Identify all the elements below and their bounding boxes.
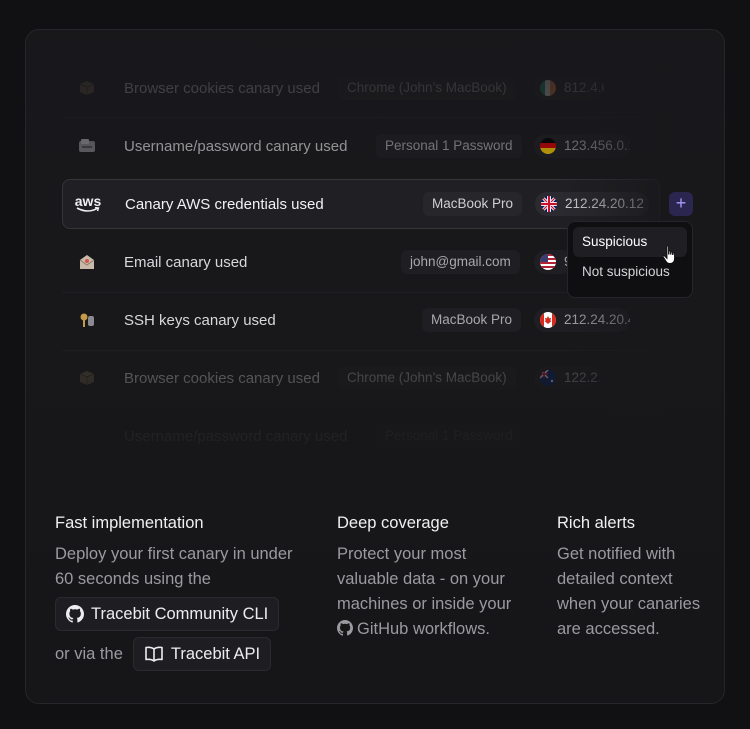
ip-badge: 123.456.0.1 (534, 134, 630, 158)
feature-deep: Deep coverage Protect your most valuable… (337, 514, 537, 642)
feature-rich: Rich alerts Get notified with detailed c… (557, 514, 707, 642)
device-badge: Chrome (John’s MacBook) (338, 76, 516, 100)
hand-cursor-icon (662, 245, 675, 264)
cookie-box-icon (74, 367, 100, 389)
ip-badge: 812.4.0.1 (534, 76, 604, 100)
device-badge: Personal 1 Password (376, 424, 522, 448)
github-icon (337, 620, 353, 636)
ip-badge: 212.24.20.12 (535, 192, 649, 216)
uk-flag-icon (541, 196, 557, 212)
ireland-flag-icon (540, 80, 556, 96)
id-card-icon (74, 135, 100, 157)
feature-title: Deep coverage (337, 514, 449, 532)
event-title: SSH keys canary used (124, 311, 276, 329)
envelope-icon (74, 251, 100, 273)
ip-badge: 122.2.1.1 (534, 366, 600, 390)
ip-address: 212.24.20.4 (564, 312, 630, 327)
feature-description: Deploy your first canary in under 60 sec… (55, 545, 293, 588)
event-row[interactable]: Username/password canary used Personal 1… (62, 122, 660, 170)
row-divider (62, 117, 660, 118)
row-divider (62, 350, 660, 351)
event-title: Username/password canary used (124, 427, 348, 445)
api-link[interactable]: Tracebit API (132, 637, 272, 671)
ip-address: 212.24.20.12 (565, 196, 644, 211)
book-icon (145, 646, 163, 662)
device-badge: Chrome (John’s MacBook) (338, 366, 516, 390)
feature-title: Fast implementation (55, 514, 204, 532)
device-badge: MacBook Pro (422, 308, 522, 332)
event-title: Canary AWS credentials used (125, 195, 324, 213)
aws-logo: aws (74, 193, 102, 212)
us-flag-icon (540, 254, 556, 270)
australia-flag-icon (540, 370, 556, 386)
event-row[interactable]: SSH keys canary used MacBook Pro 212.24.… (62, 296, 660, 344)
event-title: Browser cookies canary used (124, 79, 320, 97)
cookie-box-icon (74, 77, 100, 99)
feature-description: Protect your most valuable data - on you… (337, 545, 512, 638)
add-button[interactable]: + (669, 192, 693, 216)
event-title: Email canary used (124, 253, 248, 271)
device-badge: MacBook Pro (423, 192, 523, 216)
ip-address: 812.4.0.1 (564, 80, 604, 95)
feature-title: Rich alerts (557, 514, 635, 532)
event-row[interactable]: Browser cookies canary used Chrome (John… (62, 64, 660, 112)
feature-fast: Fast implementation Deploy your first ca… (55, 514, 325, 672)
feature-description: Get notified with detailed context when … (557, 545, 701, 638)
canada-flag-icon (540, 312, 556, 328)
event-title: Username/password canary used (124, 137, 348, 155)
ip-address: 122.2.1.1 (564, 370, 600, 385)
ip-badge: 212.24.20.4 (534, 308, 630, 332)
device-badge: john@gmail.com (401, 250, 520, 274)
event-row[interactable]: Username/password canary used Personal 1… (62, 412, 660, 460)
or-via-text: or via the (55, 644, 123, 663)
keys-icon (74, 309, 100, 331)
event-title: Browser cookies canary used (124, 369, 320, 387)
cli-link[interactable]: Tracebit Community CLI (55, 597, 280, 631)
germany-flag-icon (540, 138, 556, 154)
ip-address: 123.456.0.1 (564, 138, 630, 153)
github-icon (66, 605, 84, 623)
event-row[interactable]: Browser cookies canary used Chrome (John… (62, 354, 660, 402)
device-badge: Personal 1 Password (376, 134, 522, 158)
